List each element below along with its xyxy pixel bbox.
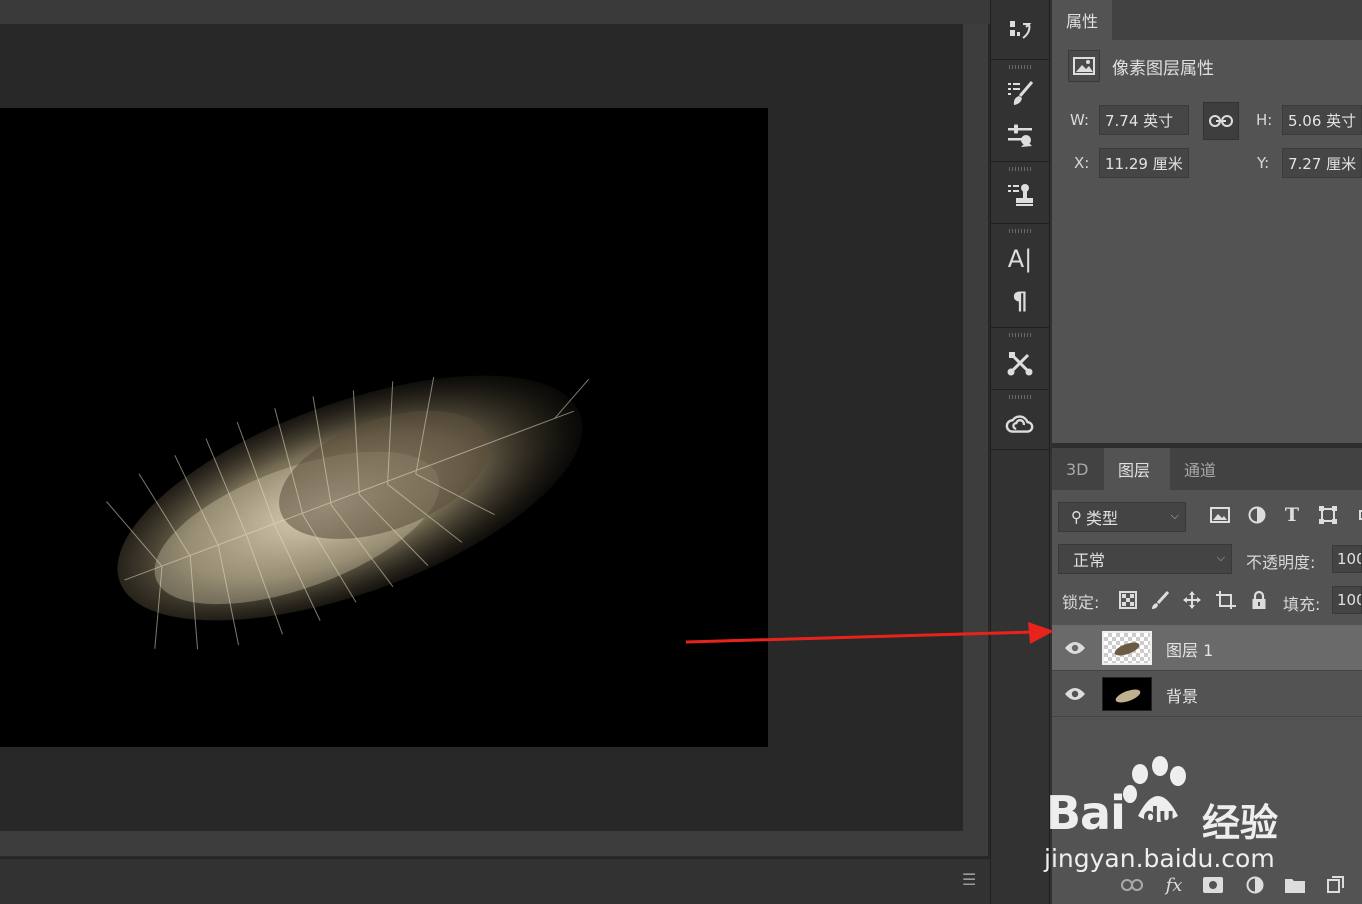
horizontal-scrollbar[interactable] — [0, 831, 963, 856]
eye-icon[interactable] — [1064, 683, 1086, 705]
chevron-down-icon: ⌵ — [1170, 509, 1179, 522]
menu-icon[interactable]: ☰ — [962, 872, 976, 888]
tab-3d[interactable]: 3D — [1052, 448, 1104, 490]
opacity-label: 不透明度: — [1246, 553, 1316, 572]
blend-mode-select[interactable]: 正常 ⌵ — [1058, 544, 1232, 574]
vertical-scrollbar[interactable] — [963, 24, 988, 856]
tab-layers[interactable]: 图层 — [1104, 448, 1170, 490]
clone-source-icon[interactable] — [1005, 180, 1035, 210]
h-label: H: — [1256, 111, 1273, 129]
link-layers-icon[interactable] — [1121, 874, 1143, 896]
layer-name[interactable]: 图层 1 — [1166, 637, 1213, 661]
lock-position-icon[interactable] — [1180, 588, 1204, 612]
new-adjustment-layer-icon[interactable] — [1244, 874, 1266, 896]
lock-image-pixels-icon[interactable] — [1148, 588, 1172, 612]
strip-group-brush — [991, 60, 1049, 162]
layer-thumbnail — [1102, 631, 1152, 665]
layer-name[interactable]: 背景 — [1166, 683, 1198, 707]
layers-tabbar: 3D 图层 通道 — [1052, 448, 1362, 490]
link-icon — [1209, 115, 1233, 127]
adjustments-icon[interactable] — [1005, 122, 1035, 152]
watermark-du: du — [1143, 804, 1175, 829]
x-field[interactable]: 11.29 厘米 — [1099, 148, 1189, 178]
filter-smart-object-icon[interactable] — [1350, 503, 1362, 527]
document-tab-bar — [0, 0, 990, 24]
tab-channels[interactable]: 通道 — [1170, 448, 1236, 490]
filter-pixel-icon[interactable] — [1208, 503, 1232, 527]
fill-field[interactable]: 100 — [1332, 586, 1362, 614]
character-icon[interactable]: A| — [1005, 244, 1035, 274]
history-icon[interactable] — [1005, 16, 1035, 46]
strip-group-cc — [991, 390, 1049, 450]
baidu-watermark: Bai du 经验 jingyan.baidu.com — [1040, 756, 1340, 876]
feather-image — [106, 375, 590, 650]
watermark-url: jingyan.baidu.com — [1044, 844, 1275, 873]
fx-icon[interactable]: fx — [1163, 874, 1185, 896]
strip-group-clone — [991, 162, 1049, 224]
layer-row[interactable]: 图层 1 — [1052, 625, 1362, 671]
layer-row[interactable]: 背景 — [1052, 671, 1362, 717]
lock-artboard-icon[interactable] — [1214, 588, 1238, 612]
width-field[interactable]: 7.74 英寸 — [1099, 105, 1189, 135]
filter-adjustment-icon[interactable] — [1245, 503, 1269, 527]
x-label: X: — [1074, 154, 1090, 172]
layer-filter-select[interactable]: ⚲ 类型 ⌵ — [1058, 502, 1186, 532]
strip-group-type: A| ¶ — [991, 224, 1049, 328]
y-field[interactable]: 7.27 厘米 — [1282, 148, 1362, 178]
status-bar: ☰ — [0, 858, 990, 904]
new-layer-icon[interactable] — [1324, 874, 1346, 896]
lock-transparent-pixels-icon[interactable] — [1116, 588, 1140, 612]
lock-all-icon[interactable] — [1247, 588, 1271, 612]
strip-group-history — [991, 0, 1049, 60]
annotation-arrow — [685, 622, 1054, 644]
properties-header: 像素图层属性 — [1068, 50, 1214, 82]
chevron-down-icon: ⌵ — [1216, 551, 1225, 564]
document-canvas[interactable] — [0, 108, 768, 747]
y-label: Y: — [1257, 154, 1270, 172]
paragraph-icon[interactable]: ¶ — [1005, 286, 1035, 316]
layer-thumbnail — [1102, 677, 1152, 711]
pixel-layer-icon — [1068, 50, 1100, 82]
properties-tabbar: 属性 — [1052, 0, 1362, 40]
properties-title: 像素图层属性 — [1112, 58, 1214, 79]
filter-shape-icon[interactable] — [1316, 503, 1340, 527]
fill-label: 填充: — [1283, 595, 1321, 614]
watermark-brand-left: Bai — [1046, 786, 1126, 840]
tool-presets-icon[interactable] — [1005, 348, 1035, 378]
opacity-field[interactable]: 100 — [1332, 545, 1362, 573]
canvas-workspace: ☰ — [0, 0, 990, 904]
brush-settings-icon[interactable] — [1005, 78, 1035, 108]
height-field[interactable]: 5.06 英寸 — [1282, 105, 1362, 135]
w-label: W: — [1070, 111, 1090, 129]
watermark-brand-right: 经验 — [1202, 801, 1279, 845]
tab-properties[interactable]: 属性 — [1052, 0, 1113, 40]
creative-cloud-icon[interactable] — [1005, 410, 1035, 440]
filter-type-icon[interactable]: T — [1280, 503, 1304, 527]
lock-label: 锁定: — [1062, 593, 1100, 612]
new-group-icon[interactable] — [1284, 874, 1306, 896]
eye-icon[interactable] — [1064, 637, 1086, 659]
add-mask-icon[interactable] — [1202, 874, 1224, 896]
strip-group-tool-presets — [991, 328, 1049, 390]
search-icon: ⚲ — [1071, 508, 1082, 526]
link-dimensions-button[interactable] — [1203, 102, 1239, 140]
